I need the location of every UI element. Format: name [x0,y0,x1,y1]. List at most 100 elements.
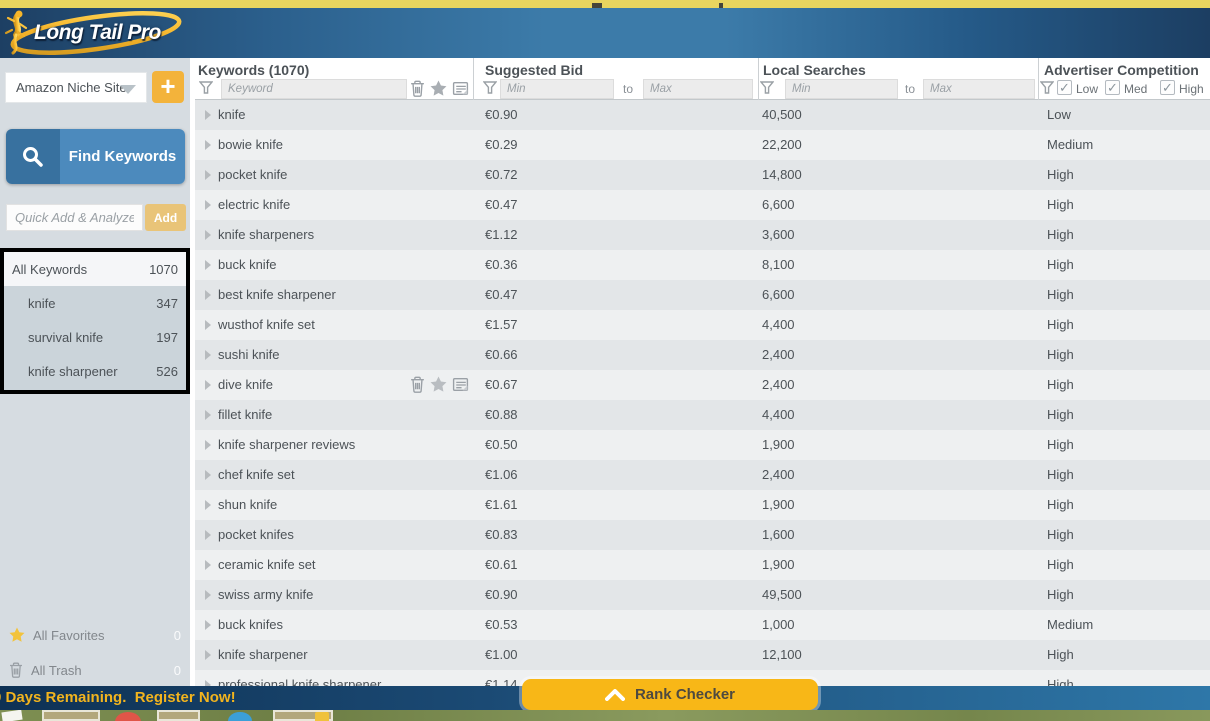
sidebar-item-knife-sharpener[interactable]: knife sharpener 526 [4,354,186,388]
star-icon[interactable] [430,376,447,393]
table-row[interactable]: knife sharpener €1.00 12,100 High [195,640,1210,670]
find-keywords-label: Find Keywords [60,129,185,184]
table-row[interactable]: knife sharpener reviews €0.50 1,900 High [195,430,1210,460]
trash-icon[interactable] [410,376,425,393]
notes-icon[interactable] [452,80,469,97]
row-hover-icons [410,376,469,393]
searches-cell: 1,000 [762,617,795,632]
table-row[interactable]: sushi knife €0.66 2,400 High [195,340,1210,370]
trash-count: 0 [174,663,181,678]
bid-cell: €0.47 [485,197,518,212]
bid-max-filter-input[interactable] [643,79,753,99]
keyword-cell: bowie knife [218,137,283,152]
table-row[interactable]: bowie knife €0.29 22,200 Medium [195,130,1210,160]
competition-cell: High [1047,407,1074,422]
expand-row-icon[interactable] [205,440,211,450]
searches-cell: 14,800 [762,167,802,182]
searches-max-filter-input[interactable] [923,79,1035,99]
competition-cell: High [1047,437,1074,452]
campaign-count: 1070 [149,262,178,277]
checkbox-med[interactable]: ✓ [1105,80,1120,95]
table-row[interactable]: buck knife €0.36 8,100 High [195,250,1210,280]
checkbox-low-label: Low [1076,82,1098,96]
expand-row-icon[interactable] [205,290,211,300]
trial-register-link[interactable]: 0 Days Remaining. Register Now! [0,689,236,706]
notes-icon[interactable] [452,376,469,393]
expand-row-icon[interactable] [205,530,211,540]
table-row[interactable]: swiss army knife €0.90 49,500 High [195,580,1210,610]
expand-row-icon[interactable] [205,590,211,600]
expand-row-icon[interactable] [205,320,211,330]
table-row[interactable]: pocket knifes €0.83 1,600 High [195,520,1210,550]
bid-min-filter-input[interactable] [500,79,614,99]
table-row[interactable]: shun knife €1.61 1,900 High [195,490,1210,520]
table-row[interactable]: fillet knife €0.88 4,400 High [195,400,1210,430]
keyword-rows: knife €0.90 40,500 Low bowie knife [195,100,1210,686]
expand-row-icon[interactable] [205,230,211,240]
searches-cell: 12,100 [762,647,802,662]
checkbox-low[interactable]: ✓ [1057,80,1072,95]
campaign-count: 197 [156,330,178,345]
filter-funnel-icon [1040,81,1054,99]
expand-row-icon[interactable] [205,170,211,180]
searches-cell: 1,900 [762,497,795,512]
rank-checker-button[interactable]: Rank Checker [522,679,818,710]
sidebar-item-all-keywords[interactable]: All Keywords 1070 [4,252,186,286]
desktop-icon [228,712,252,721]
table-row[interactable]: wusthof knife set €1.57 4,400 High [195,310,1210,340]
keyword-cell: electric knife [218,197,290,212]
searches-cell: 1,600 [762,527,795,542]
star-icon[interactable] [430,80,447,97]
bulk-action-icons [410,80,469,97]
campaign-label: knife [28,296,55,311]
table-row[interactable]: knife €0.90 40,500 Low [195,100,1210,130]
table-row[interactable]: best knife sharpener €0.47 6,600 High [195,280,1210,310]
bid-cell: €1.12 [485,227,518,242]
keyword-cell: professional knife sharpener [218,677,381,686]
add-campaign-button[interactable]: + [152,71,184,103]
quick-add-button[interactable]: Add [145,204,186,231]
table-row[interactable]: dive knife €0.67 2,400 High [195,370,1210,400]
column-divider [758,58,759,100]
expand-row-icon[interactable] [205,200,211,210]
sidebar: Amazon Niche Site + Find Keywords Add Al… [0,58,190,686]
expand-row-icon[interactable] [205,140,211,150]
expand-row-icon[interactable] [205,350,211,360]
table-row[interactable]: buck knifes €0.53 1,000 Medium [195,610,1210,640]
campaign-count: 526 [156,364,178,379]
expand-row-icon[interactable] [205,260,211,270]
table-row[interactable]: electric knife €0.47 6,600 High [195,190,1210,220]
find-keywords-button[interactable]: Find Keywords [6,129,185,184]
bid-cell: €1.00 [485,647,518,662]
keyword-filter-input[interactable] [221,79,407,99]
trash-icon [9,662,23,678]
sidebar-item-knife[interactable]: knife 347 [4,286,186,320]
expand-row-icon[interactable] [205,470,211,480]
table-row[interactable]: chef knife set €1.06 2,400 High [195,460,1210,490]
bid-cell: €1.14 [485,677,518,686]
sidebar-item-all-favorites[interactable]: All Favorites 0 [0,620,190,650]
competition-cell: Medium [1047,617,1093,632]
trash-icon[interactable] [410,80,425,97]
bid-cell: €0.29 [485,137,518,152]
expand-row-icon[interactable] [205,560,211,570]
expand-row-icon[interactable] [205,500,211,510]
campaign-select-dropdown[interactable]: Amazon Niche Site [5,72,147,103]
searches-cell: 4,400 [762,317,795,332]
sidebar-item-survival-knife[interactable]: survival knife 197 [4,320,186,354]
checkbox-high[interactable]: ✓ [1160,80,1175,95]
column-divider [473,58,474,100]
expand-row-icon[interactable] [205,110,211,120]
searches-min-filter-input[interactable] [785,79,898,99]
expand-row-icon[interactable] [205,650,211,660]
table-row[interactable]: knife sharpeners €1.12 3,600 High [195,220,1210,250]
expand-row-icon[interactable] [205,410,211,420]
chevron-up-icon [605,689,625,701]
expand-row-icon[interactable] [205,380,211,390]
sidebar-item-all-trash[interactable]: All Trash 0 [0,655,190,685]
expand-row-icon[interactable] [205,620,211,630]
competition-cell: High [1047,227,1074,242]
table-row[interactable]: ceramic knife set €0.61 1,900 High [195,550,1210,580]
quick-add-input[interactable] [6,204,143,231]
table-row[interactable]: pocket knife €0.72 14,800 High [195,160,1210,190]
